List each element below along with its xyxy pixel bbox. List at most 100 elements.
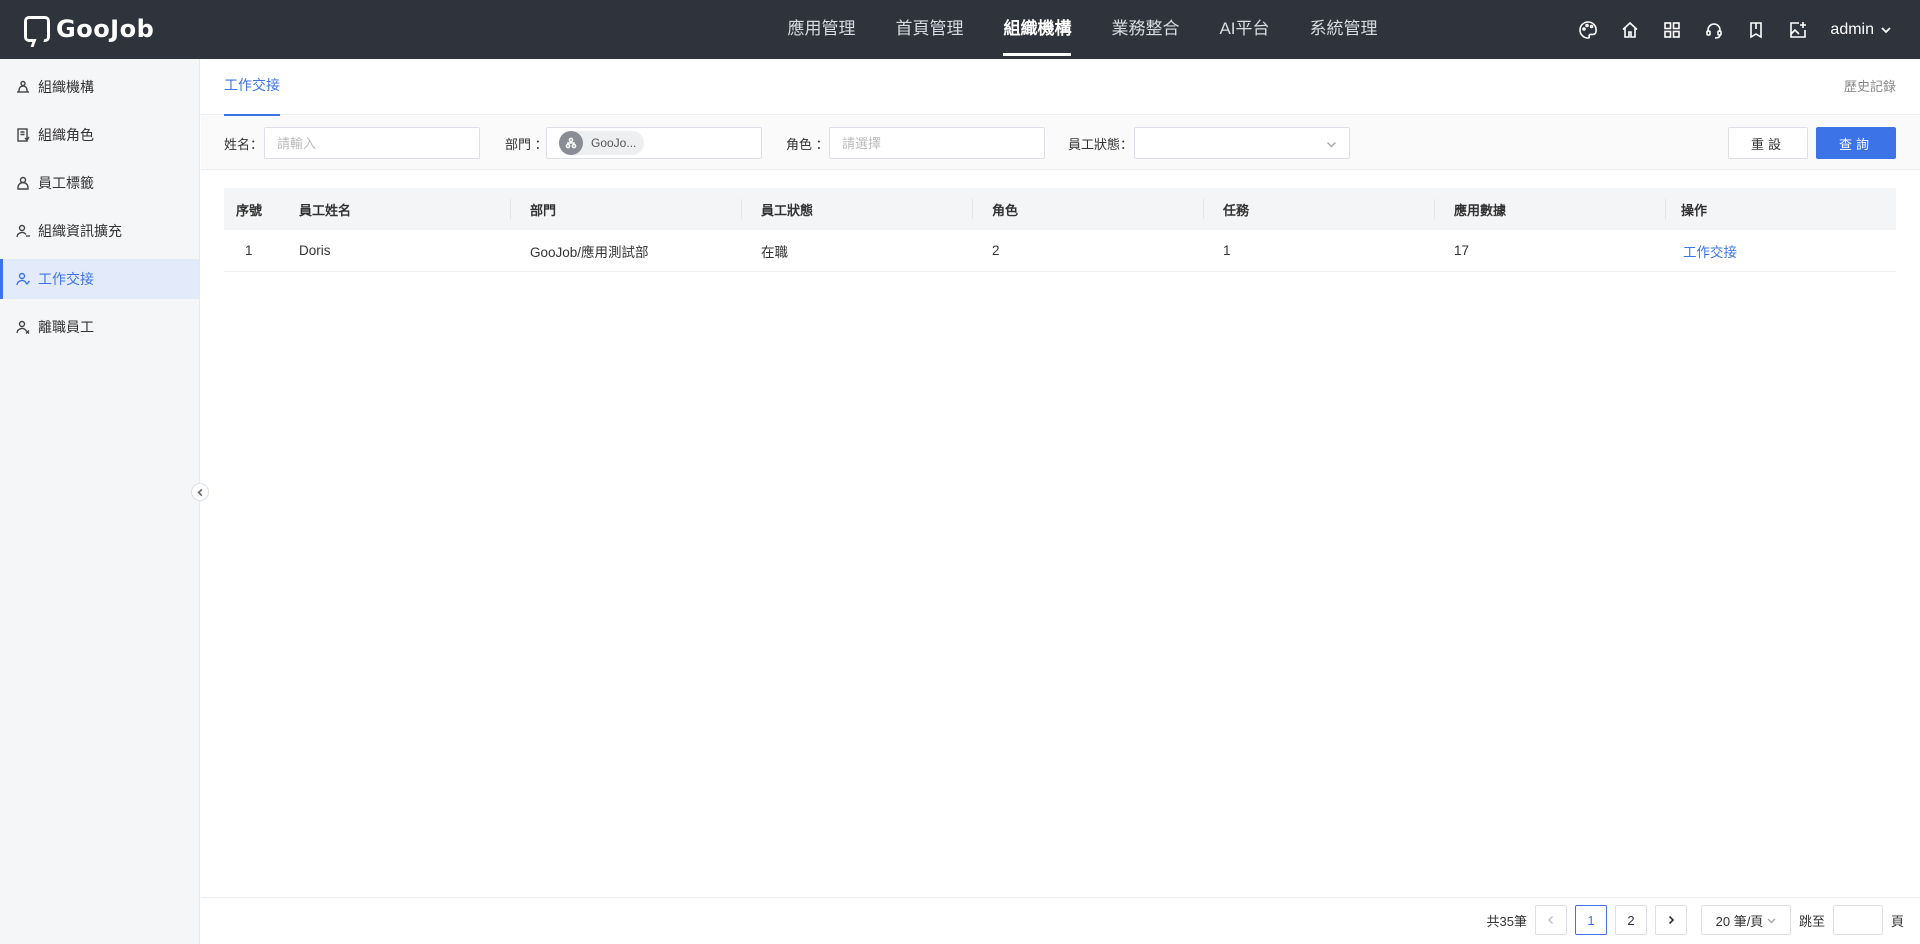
role-input[interactable] <box>829 127 1045 159</box>
top-bar: GooJob 應用管理 首頁管理 組織機構 業務整合 AI平台 系統管理 adm… <box>0 0 1920 59</box>
page-button-1[interactable]: 1 <box>1574 905 1607 935</box>
pagination: 共35筆 1 2 20 筆/頁 跳至 頁 <box>1486 904 1904 936</box>
page-button-2[interactable]: 2 <box>1614 905 1647 935</box>
nav-item-app-management[interactable]: 應用管理 <box>787 0 855 59</box>
col-header-action: 操作 <box>1681 202 1708 218</box>
bookmark-icon[interactable] <box>1746 20 1766 40</box>
col-divider <box>972 199 973 219</box>
pagination-bar: 共35筆 1 2 20 筆/頁 跳至 頁 <box>201 897 1920 944</box>
logo-text: GooJob <box>56 15 155 43</box>
next-page-button[interactable] <box>1654 905 1687 935</box>
handover-icon <box>16 272 30 286</box>
name-input[interactable] <box>264 127 480 159</box>
chevron-down-icon <box>1881 26 1891 33</box>
sidebar-item-label: 員工標籤 <box>38 175 94 191</box>
table-row: 1 Doris GooJob/應用測試部 在職 2 1 17 工作交接 <box>224 230 1896 272</box>
headset-support-icon[interactable] <box>1704 20 1724 40</box>
col-header-index: 序號 <box>236 202 263 218</box>
tab-bar: 工作交接 歷史記錄 <box>201 59 1920 116</box>
header-actions: admin <box>1578 0 1892 59</box>
nav-item-business-integration[interactable]: 業務整合 <box>1111 0 1179 59</box>
sidebar-item-label: 組織資訊擴充 <box>38 223 122 239</box>
role-label: 角色 ： <box>786 137 829 152</box>
dept-chip-label: GooJo... <box>591 136 637 150</box>
page-size-select[interactable]: 20 筆/頁 <box>1700 905 1791 935</box>
palette-icon[interactable] <box>1578 20 1598 40</box>
sidebar-item-employee-tags[interactable]: 員工標籤 <box>0 163 199 203</box>
query-button[interactable]: 查詢 <box>1816 127 1896 159</box>
row-role: 2 <box>992 243 1000 258</box>
total-count: 共35筆 <box>1486 913 1527 929</box>
sidebar: 組織機構 組織角色 員工標籤 組織資訊擴充 工作交接 離職員工 <box>0 59 200 944</box>
dept-selector[interactable]: GooJo... <box>546 127 762 159</box>
col-header-name: 員工姓名 <box>299 202 352 218</box>
resigned-icon <box>16 320 30 334</box>
main-content: 工作交接 歷史記錄 姓名： 部門 ： GooJo... 角色 ： 員工狀態： 重… <box>201 59 1920 944</box>
chevron-left-icon <box>1547 915 1554 925</box>
user-menu[interactable]: admin <box>1830 21 1892 39</box>
status-label: 員工狀態： <box>1068 137 1134 152</box>
reset-button[interactable]: 重設 <box>1728 127 1808 159</box>
history-link[interactable]: 歷史記錄 <box>1844 76 1896 95</box>
col-divider <box>741 199 742 219</box>
col-header-app-data: 應用數據 <box>1454 202 1507 218</box>
sidebar-item-resigned-employees[interactable]: 離職員工 <box>0 307 199 347</box>
nav-item-system-management[interactable]: 系統管理 <box>1310 0 1378 59</box>
sidebar-item-label: 組織機構 <box>38 79 94 95</box>
user-extend-icon <box>16 224 30 238</box>
col-header-task: 任務 <box>1223 202 1250 218</box>
table-header: 序號 員工姓名 部門 員工狀態 角色 任務 應用數據 操作 <box>224 188 1896 230</box>
col-header-dept: 部門 <box>530 202 557 218</box>
name-label: 姓名： <box>224 137 264 152</box>
filter-bar: 姓名： 部門 ： GooJo... 角色 ： 員工狀態： 重設 查詢 <box>201 116 1920 170</box>
chevron-left-icon <box>197 488 202 496</box>
apps-grid-icon[interactable] <box>1662 20 1682 40</box>
prev-page-button[interactable] <box>1534 905 1567 935</box>
sidebar-item-org-info-extension[interactable]: 組織資訊擴充 <box>0 211 199 251</box>
sidebar-item-label: 離職員工 <box>38 319 94 335</box>
dept-chip[interactable]: GooJo... <box>559 131 645 155</box>
row-task: 1 <box>1223 243 1231 258</box>
row-name: Doris <box>299 243 331 258</box>
row-app-data: 17 <box>1454 243 1470 258</box>
sidebar-item-work-handover[interactable]: 工作交接 <box>0 259 199 299</box>
sidebar-item-organization[interactable]: 組織機構 <box>0 67 199 107</box>
col-header-status: 員工狀態 <box>761 202 814 218</box>
handover-action-link[interactable]: 工作交接 <box>1683 241 1737 261</box>
org-icon <box>17 80 29 93</box>
chevron-down-icon <box>1767 917 1776 924</box>
tab-work-handover[interactable]: 工作交接 <box>224 59 280 116</box>
logo[interactable]: GooJob <box>24 14 154 44</box>
role-icon <box>17 128 30 142</box>
col-divider <box>1665 199 1666 219</box>
sidebar-item-org-roles[interactable]: 組織角色 <box>0 115 199 155</box>
image-add-icon[interactable] <box>1788 20 1808 40</box>
nav-item-ai-platform[interactable]: AI平台 <box>1219 0 1269 59</box>
user-name: admin <box>1830 20 1874 38</box>
col-header-role: 角色 <box>992 202 1019 218</box>
row-status: 在職 <box>761 244 788 260</box>
status-select[interactable] <box>1134 127 1350 159</box>
sidebar-item-label: 組織角色 <box>38 127 94 143</box>
handover-table: 序號 員工姓名 部門 員工狀態 角色 任務 應用數據 操作 1 Doris Go… <box>224 188 1896 272</box>
dept-label: 部門 ： <box>505 137 548 152</box>
nav-item-home-management[interactable]: 首頁管理 <box>895 0 963 59</box>
col-divider <box>1203 199 1204 219</box>
page-size-label: 20 筆/頁 <box>1715 913 1764 929</box>
row-dept: GooJob/應用測試部 <box>530 244 649 260</box>
home-icon[interactable] <box>1620 20 1640 40</box>
jump-label: 跳至 <box>1798 913 1825 929</box>
page-suffix: 頁 <box>1890 913 1904 929</box>
row-index: 1 <box>245 243 253 258</box>
col-divider <box>1434 199 1435 219</box>
tag-icon <box>17 176 29 190</box>
nav-item-organization[interactable]: 組織機構 <box>1003 0 1072 59</box>
org-tree-icon <box>559 131 583 155</box>
col-divider <box>510 199 511 219</box>
sidebar-collapse-button[interactable] <box>191 483 209 501</box>
chevron-right-icon <box>1668 915 1675 925</box>
logo-icon <box>24 16 50 42</box>
chevron-down-icon <box>1326 141 1337 148</box>
sidebar-item-label: 工作交接 <box>38 271 94 287</box>
jump-page-input[interactable] <box>1832 905 1883 935</box>
